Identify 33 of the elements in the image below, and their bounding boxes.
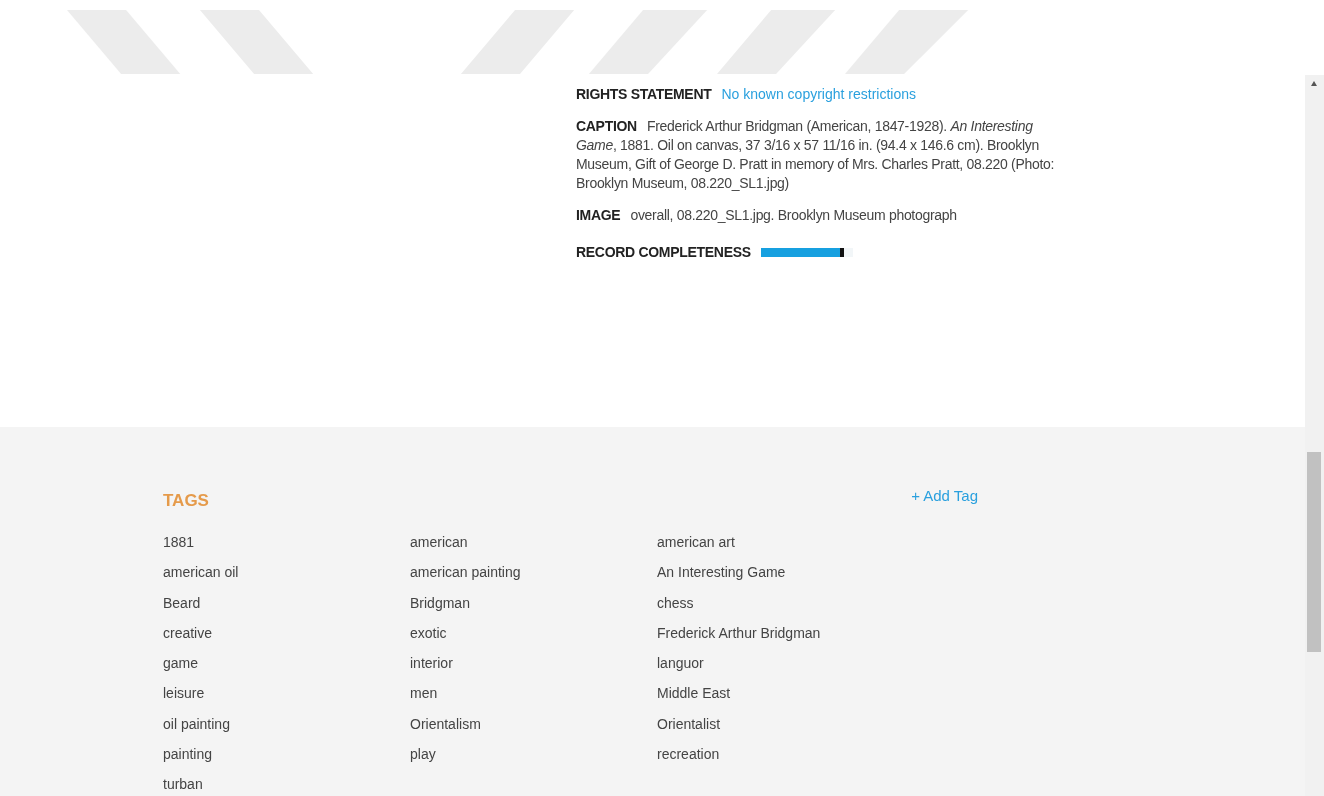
tag-link[interactable]: interior — [410, 654, 453, 674]
tag-link[interactable]: Orientalism — [410, 714, 481, 735]
tag-link[interactable]: Orientalist — [657, 714, 721, 735]
tag-link[interactable]: languor — [657, 654, 704, 674]
tag-link[interactable]: painting — [163, 745, 213, 765]
tag-link[interactable]: Middle East — [657, 684, 731, 704]
field-label: RIGHTS STATEMENT — [576, 86, 712, 102]
scroll-up-icon[interactable] — [1311, 81, 1317, 86]
tag-link[interactable]: game — [163, 654, 199, 674]
field-paragraph: IMAGE overall, 08.220_SL1.jpg. Brooklyn Museum photograph — [576, 206, 958, 225]
field-paragraph: CAPTION Frederick Arthur Bridgman (American, 1847-1928). An Interesting Game, 1881. Oil on canvas, 37 3/16 x 57 11/16 in. (94.4 x 146.6 cm). Brooklyn Museum, Gift of George D. Pratt in memory of Mrs. Charles Pratt, 08.220 (Photo: Brooklyn Museum, 08.220_SL1.jpg) — [576, 117, 1056, 193]
tag-link[interactable]: leisure — [163, 684, 205, 704]
tag-link[interactable]: Bridgman — [410, 593, 470, 613]
tag-link[interactable]: american — [410, 533, 468, 553]
tag-link[interactable]: 1881 — [163, 533, 195, 553]
tag-link[interactable]: exotic — [410, 623, 447, 644]
scrollbar[interactable] — [1305, 75, 1324, 796]
tag-link[interactable]: american painting — [410, 563, 521, 583]
tag-link[interactable]: american oil — [163, 563, 239, 583]
field-label: RECORD COMPLETENESS — [576, 243, 751, 262]
tag-link[interactable]: An Interesting Game — [657, 563, 786, 583]
tag-link[interactable]: chess — [657, 593, 694, 613]
tags-heading: TAGS — [163, 491, 209, 511]
tag-link[interactable]: creative — [163, 623, 213, 644]
tag-link[interactable]: turban — [163, 775, 203, 795]
scrollbar-thumb[interactable] — [1307, 452, 1321, 652]
tag-link[interactable]: Beard — [163, 593, 201, 613]
tag-link[interactable]: oil painting — [163, 714, 230, 735]
tag-link[interactable]: play — [410, 745, 436, 765]
tag-link[interactable]: recreation — [657, 745, 720, 765]
tag-link[interactable]: men — [410, 684, 438, 704]
tag-link[interactable]: Frederick Arthur Bridgman — [657, 623, 821, 644]
tag-link[interactable]: american art — [657, 533, 735, 553]
